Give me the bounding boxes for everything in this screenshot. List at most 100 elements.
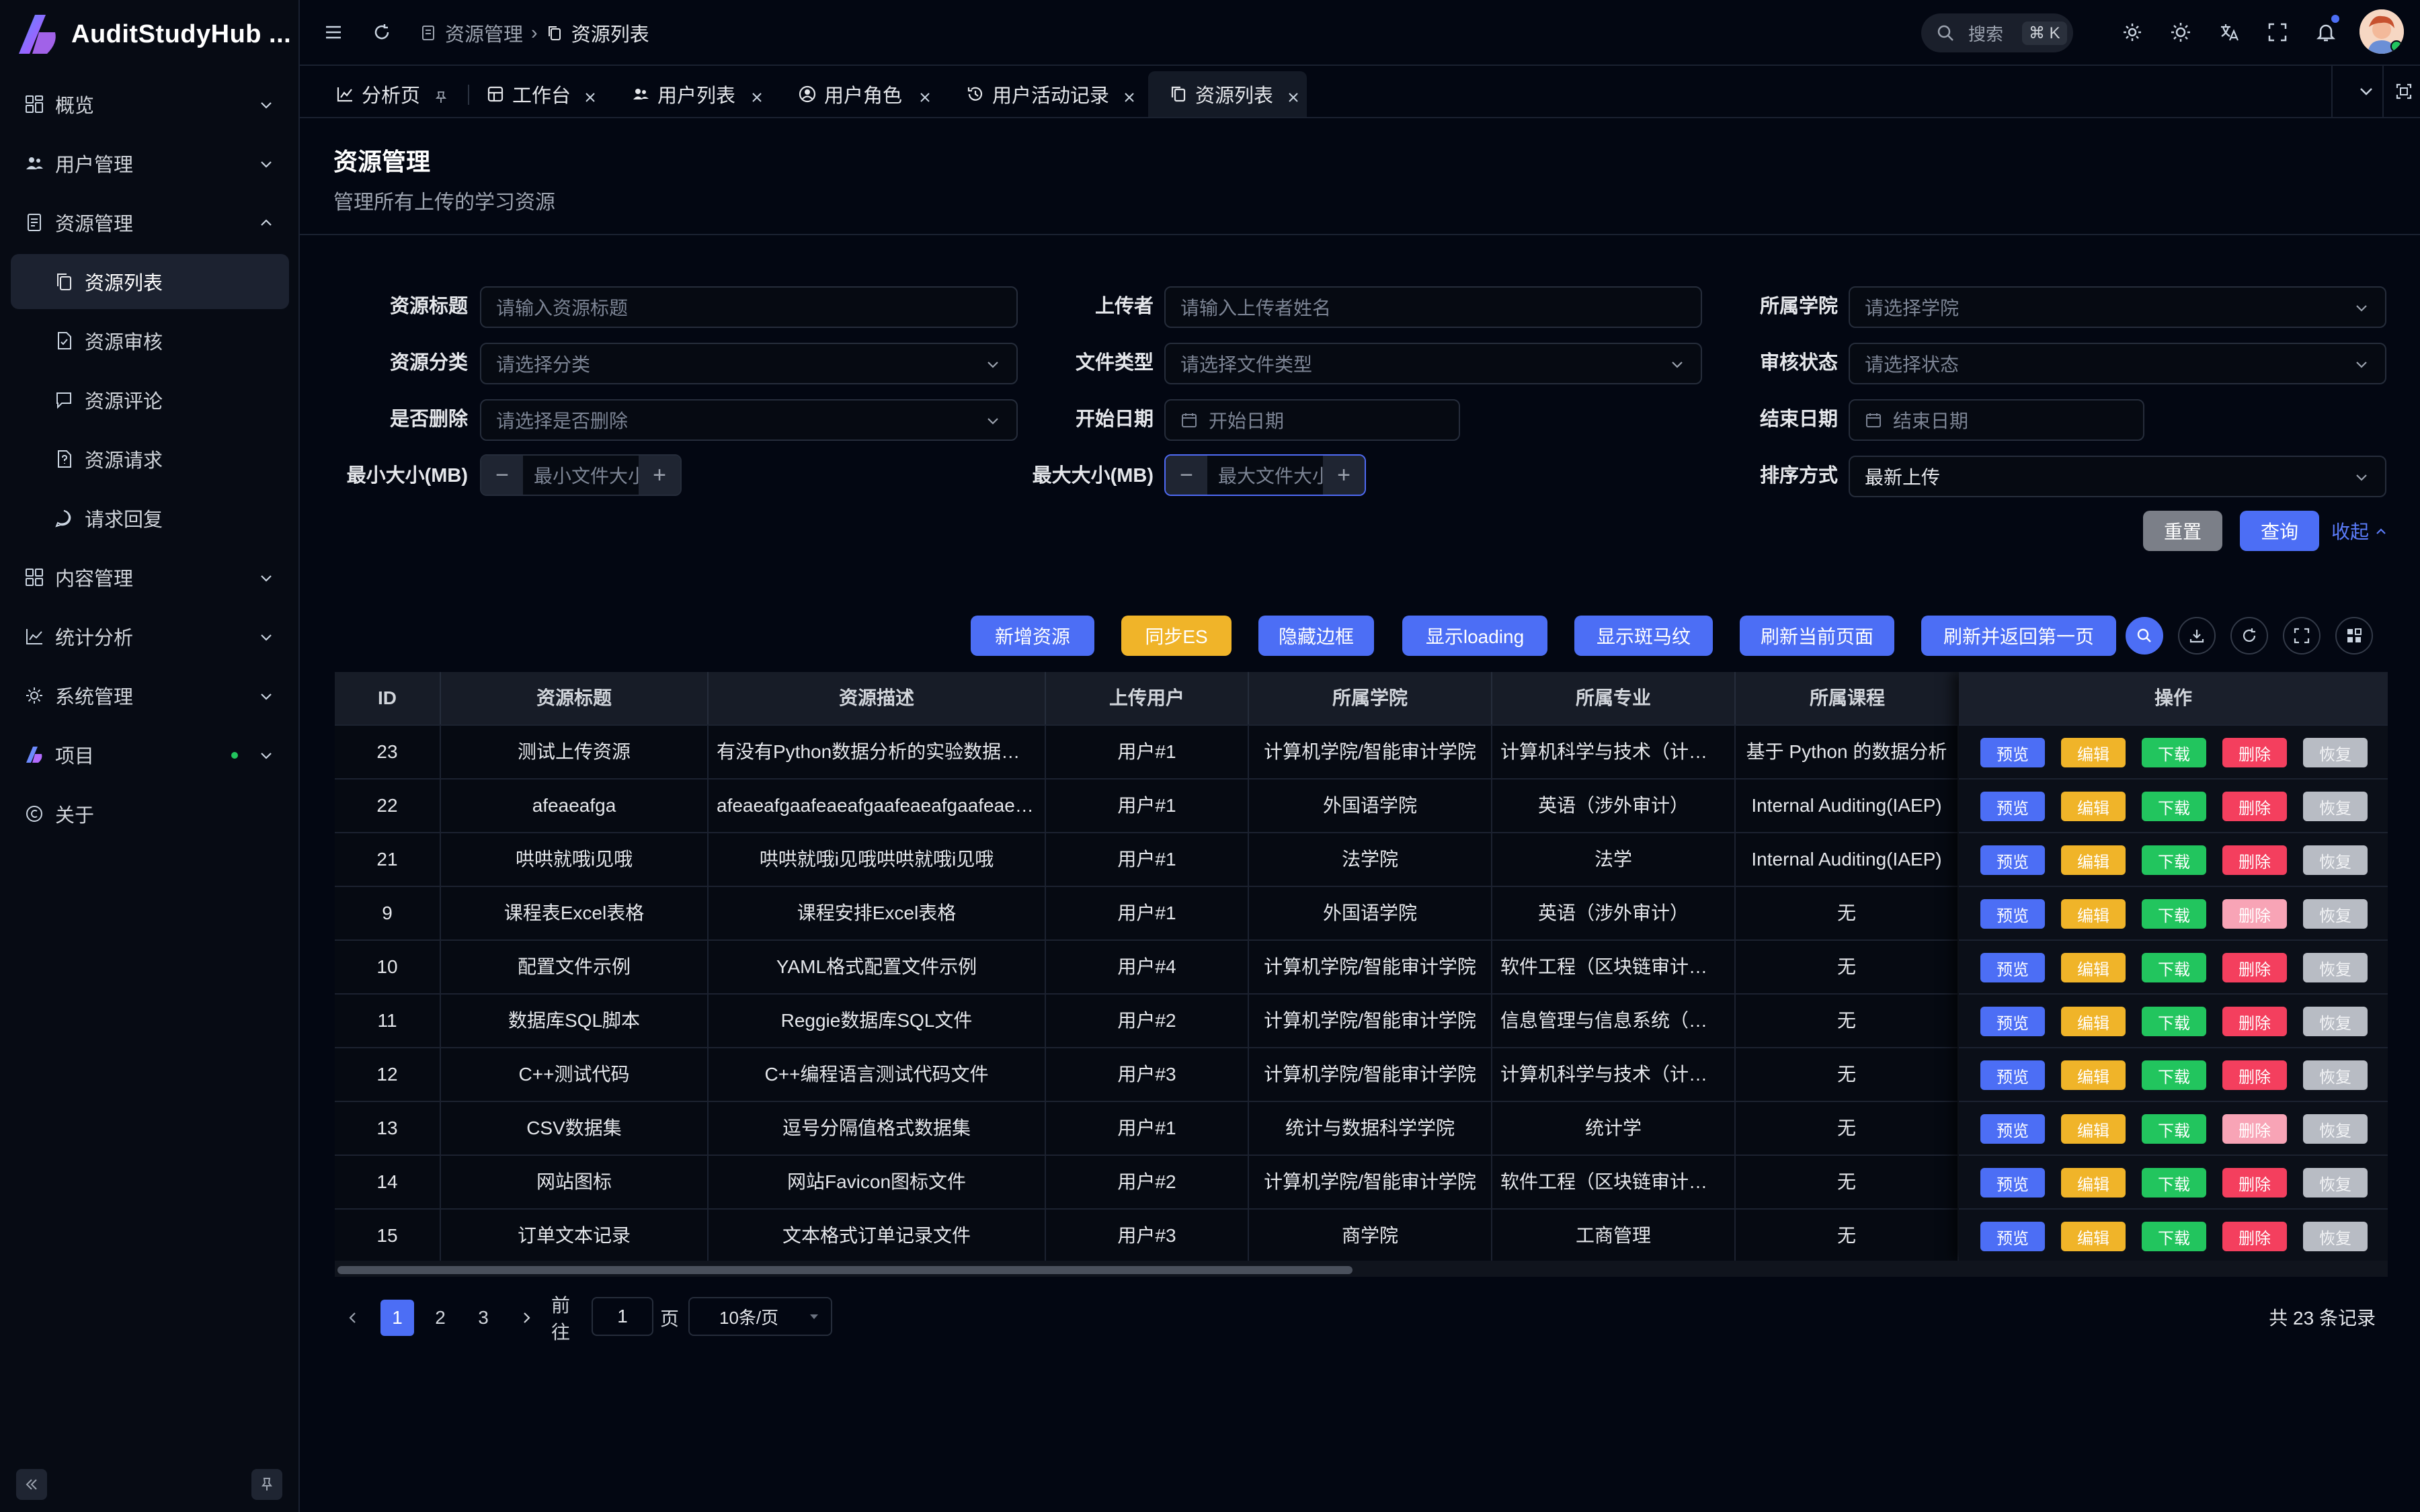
close-icon[interactable]: [918, 87, 932, 102]
tab-user-list[interactable]: 用户列表: [631, 71, 770, 117]
refresh-button[interactable]: [368, 19, 395, 46]
notifications-button[interactable]: [2312, 15, 2339, 46]
settings-button[interactable]: [2119, 19, 2146, 46]
restore-button[interactable]: 恢复: [2303, 1168, 2368, 1198]
download-button[interactable]: 下载: [2142, 1168, 2206, 1198]
tab-analysis[interactable]: 分析页: [335, 71, 457, 117]
sidebar-item[interactable]: 用户管理: [11, 136, 289, 191]
download-button[interactable]: 下载: [2142, 953, 2206, 982]
edit-button[interactable]: 编辑: [2061, 1060, 2126, 1090]
table-fullscreen-button[interactable]: [2283, 617, 2321, 655]
global-search[interactable]: 搜索 ⌘ K: [1921, 13, 2073, 52]
sidebar-item[interactable]: 资源列表: [11, 254, 289, 309]
fullscreen-button[interactable]: [2264, 19, 2291, 46]
hide-border-button[interactable]: 隐藏边框: [1258, 616, 1374, 656]
restore-button[interactable]: 恢复: [2303, 899, 2368, 929]
restore-button[interactable]: 恢复: [2303, 792, 2368, 821]
max-size-stepper[interactable]: − 最大文件大小 +: [1164, 454, 1366, 496]
edit-button[interactable]: 编辑: [2061, 738, 2126, 767]
pin-icon[interactable]: [434, 87, 448, 103]
download-button[interactable]: [2178, 617, 2216, 655]
download-button[interactable]: 下载: [2142, 1222, 2206, 1251]
page-size-select[interactable]: 10条/页: [688, 1297, 832, 1336]
preview-button[interactable]: 预览: [1980, 953, 2045, 982]
download-button[interactable]: 下载: [2142, 792, 2206, 821]
restore-button[interactable]: 恢复: [2303, 1114, 2368, 1144]
preview-button[interactable]: 预览: [1980, 845, 2045, 875]
title-input[interactable]: 请输入资源标题: [480, 286, 1018, 328]
preview-button[interactable]: 预览: [1980, 792, 2045, 821]
column-settings-button[interactable]: [2335, 617, 2373, 655]
restore-button[interactable]: 恢复: [2303, 1007, 2368, 1036]
restore-button[interactable]: 恢复: [2303, 1060, 2368, 1090]
user-avatar[interactable]: [2360, 9, 2404, 54]
sidebar-item[interactable]: 统计分析: [11, 609, 289, 664]
end-date-picker[interactable]: 结束日期: [1849, 399, 2144, 441]
sort-select[interactable]: 最新上传: [1849, 456, 2386, 497]
restore-button[interactable]: 恢复: [2303, 738, 2368, 767]
edit-button[interactable]: 编辑: [2061, 845, 2126, 875]
min-size-stepper[interactable]: − 最小文件大小 +: [480, 454, 682, 496]
goto-page-input[interactable]: 1: [592, 1297, 653, 1336]
reload-table-button[interactable]: [2230, 617, 2268, 655]
delete-button[interactable]: 删除: [2222, 792, 2287, 821]
preview-button[interactable]: 预览: [1980, 1114, 2045, 1144]
increment-button[interactable]: +: [1323, 456, 1365, 495]
sidebar-item[interactable]: 项目: [11, 727, 289, 782]
refresh-first-page-button[interactable]: 刷新并返回第一页: [1921, 616, 2116, 656]
breadcrumb-item-resource-list[interactable]: 资源列表: [571, 19, 649, 47]
close-icon[interactable]: [750, 87, 764, 102]
tab-user-activity[interactable]: 用户活动记录: [965, 71, 1143, 117]
sync-es-button[interactable]: 同步ES: [1121, 616, 1232, 656]
delete-button[interactable]: 删除: [2222, 738, 2287, 767]
sidebar-item[interactable]: 概览: [11, 77, 289, 132]
theme-toggle-button[interactable]: [2167, 19, 2194, 46]
next-page-button[interactable]: [510, 1300, 543, 1336]
page-button[interactable]: 1: [380, 1300, 414, 1336]
edit-button[interactable]: 编辑: [2061, 1007, 2126, 1036]
tab-user-roles[interactable]: 用户角色: [797, 71, 938, 117]
tab-maximize-button[interactable]: [2390, 78, 2417, 105]
collapse-filters-link[interactable]: 收起: [2331, 517, 2388, 544]
preview-button[interactable]: 预览: [1980, 1222, 2045, 1251]
delete-button[interactable]: 删除: [2222, 845, 2287, 875]
decrement-button[interactable]: −: [1166, 456, 1207, 495]
download-button[interactable]: 下载: [2142, 1114, 2206, 1144]
reset-button[interactable]: 重置: [2143, 511, 2222, 551]
restore-button[interactable]: 恢复: [2303, 953, 2368, 982]
delete-button[interactable]: 删除: [2222, 1007, 2287, 1036]
add-resource-button[interactable]: 新增资源: [971, 616, 1094, 656]
preview-button[interactable]: 预览: [1980, 1060, 2045, 1090]
preview-button[interactable]: 预览: [1980, 899, 2045, 929]
menu-toggle-button[interactable]: [320, 19, 347, 46]
sidebar-item[interactable]: 内容管理: [11, 550, 289, 605]
prev-page-button[interactable]: [336, 1300, 370, 1336]
collapse-sidebar-button[interactable]: [16, 1469, 47, 1500]
decrement-button[interactable]: −: [481, 456, 523, 495]
language-button[interactable]: [2216, 19, 2243, 46]
edit-button[interactable]: 编辑: [2061, 1168, 2126, 1198]
download-button[interactable]: 下载: [2142, 845, 2206, 875]
tabs-dropdown-button[interactable]: [2353, 78, 2380, 105]
download-button[interactable]: 下载: [2142, 738, 2206, 767]
deleted-select[interactable]: 请选择是否删除: [480, 399, 1018, 441]
delete-button[interactable]: 删除: [2222, 953, 2287, 982]
edit-button[interactable]: 编辑: [2061, 792, 2126, 821]
breadcrumb-item-resource-management[interactable]: 资源管理: [445, 19, 523, 47]
download-button[interactable]: 下载: [2142, 899, 2206, 929]
restore-button[interactable]: 恢复: [2303, 845, 2368, 875]
increment-button[interactable]: +: [639, 456, 680, 495]
download-button[interactable]: 下载: [2142, 1060, 2206, 1090]
filetype-select[interactable]: 请选择文件类型: [1164, 343, 1702, 384]
search-toggle-button[interactable]: [2126, 617, 2163, 655]
sidebar-item[interactable]: 关于: [11, 786, 289, 841]
download-button[interactable]: 下载: [2142, 1007, 2206, 1036]
sidebar-item[interactable]: 请求回复: [11, 491, 289, 546]
refresh-current-button[interactable]: 刷新当前页面: [1740, 616, 1894, 656]
edit-button[interactable]: 编辑: [2061, 899, 2126, 929]
preview-button[interactable]: 预览: [1980, 1007, 2045, 1036]
page-button[interactable]: 2: [424, 1300, 457, 1336]
audit-status-select[interactable]: 请选择状态: [1849, 343, 2386, 384]
category-select[interactable]: 请选择分类: [480, 343, 1018, 384]
show-stripe-button[interactable]: 显示斑马纹: [1574, 616, 1713, 656]
